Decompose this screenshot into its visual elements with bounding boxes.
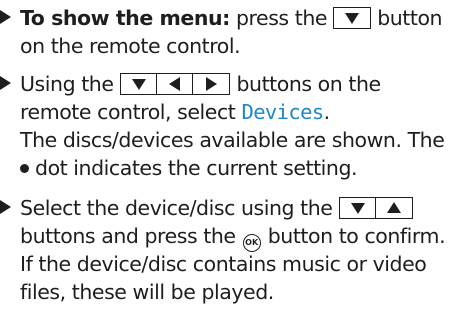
step3-line1: Select the device/disc using the	[20, 194, 413, 222]
step2-line1-start: Using the	[20, 72, 114, 96]
step2-line1-end: buttons on the	[236, 72, 381, 96]
right-key-icon	[192, 73, 231, 95]
current-setting-dot-icon	[20, 164, 29, 173]
up-key-icon	[374, 197, 413, 219]
step2-line2: remote control, select Devices.	[20, 98, 330, 126]
step3-line2-start: buttons and press the	[20, 224, 236, 248]
step1-lead: To show the menu:	[20, 6, 230, 30]
step2-line1: Using the buttons on the	[20, 70, 381, 98]
step2-line4-text: dot indicates the current setting.	[35, 156, 358, 180]
step3-line2: buttons and press the OK button to confi…	[20, 222, 446, 252]
step2-line4: dot indicates the current setting.	[20, 154, 358, 182]
step3-line1-start: Select the device/disc using the	[20, 196, 333, 220]
down-key-icon	[338, 197, 377, 219]
step2-line2-start: remote control, select	[20, 100, 236, 124]
step3-line2-end: button to confirm.	[267, 224, 446, 248]
left-key-icon	[155, 73, 194, 95]
step3-line3: If the device/disc contains music or vid…	[20, 252, 427, 276]
step1-line2: on the remote control.	[20, 34, 241, 58]
step3-line4: files, these will be played.	[20, 280, 274, 304]
bullet-triangle-icon	[0, 200, 11, 214]
instruction-steps: To show the menu: press the button on th…	[0, 0, 466, 311]
bullet-triangle-icon	[0, 76, 11, 90]
down-key-icon	[333, 7, 372, 29]
step1-text-after-key: button	[377, 6, 443, 30]
step2-line3: The discs/devices available are shown. T…	[20, 128, 445, 152]
step2-line2-end: .	[323, 100, 331, 124]
devices-menu-item: Devices	[241, 100, 324, 124]
down-key-icon	[119, 73, 158, 95]
step1-text-after-lead: press the	[235, 6, 328, 30]
bullet-triangle-icon	[0, 10, 11, 24]
step1-line1: To show the menu: press the button	[20, 4, 443, 32]
